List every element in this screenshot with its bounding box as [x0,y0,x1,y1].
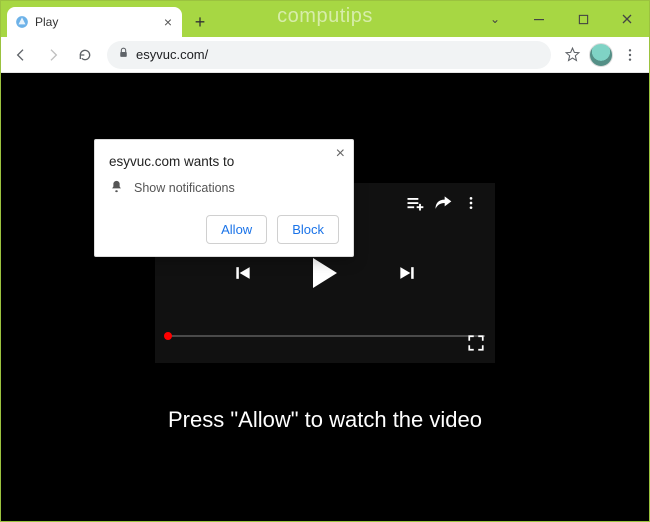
dialog-body: Show notifications [134,181,235,195]
browser-tab[interactable]: Play × [7,7,182,37]
dialog-title: esyvuc.com wants to [109,154,339,169]
bookmark-star-icon[interactable] [559,42,585,68]
next-track-icon[interactable] [393,259,421,287]
player-menu-icon[interactable] [457,189,485,217]
back-button[interactable] [7,41,35,69]
tab-favicon [15,15,29,29]
page-caption: Press "Allow" to watch the video [168,407,482,433]
fullscreen-icon[interactable] [467,334,485,357]
browser-window: Play × + computips ⌄ [0,0,650,522]
play-icon[interactable] [313,258,337,288]
watermark-text: computips [277,5,373,28]
reload-button[interactable] [71,41,99,69]
progress-bar[interactable] [165,335,485,337]
window-close-icon[interactable] [605,1,649,37]
bell-icon [109,179,124,197]
queue-add-icon[interactable] [401,189,429,217]
url-input[interactable] [136,47,541,62]
share-arrow-icon[interactable] [429,189,457,217]
tab-close-icon[interactable]: × [164,15,172,29]
player-controls [155,258,495,288]
notification-permission-dialog: × esyvuc.com wants to Show notifications… [94,139,354,257]
dialog-close-icon[interactable]: × [336,146,345,162]
previous-track-icon[interactable] [229,259,257,287]
title-bar: Play × + computips ⌄ [1,1,649,37]
window-dropdown-icon[interactable]: ⌄ [473,1,517,37]
profile-avatar[interactable] [589,43,613,67]
tab-title: Play [35,15,158,29]
page-content: Press "Allow" to watch the video × esyvu… [1,73,649,521]
block-button[interactable]: Block [277,215,339,244]
allow-button[interactable]: Allow [206,215,267,244]
window-minimize-icon[interactable] [517,1,561,37]
lock-icon [117,46,130,64]
window-maximize-icon[interactable] [561,1,605,37]
address-bar[interactable] [107,41,551,69]
browser-menu-icon[interactable] [617,42,643,68]
window-controls: ⌄ [473,1,649,37]
new-tab-button[interactable]: + [186,8,214,36]
browser-toolbar [1,37,649,73]
progress-handle[interactable] [164,332,172,340]
forward-button[interactable] [39,41,67,69]
